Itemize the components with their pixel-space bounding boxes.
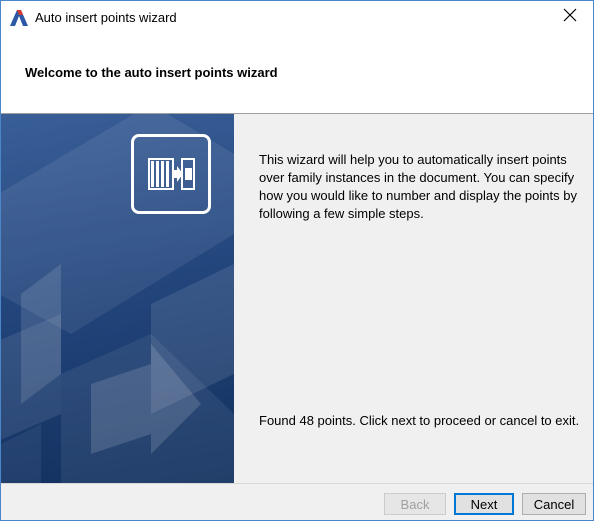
next-button[interactable]: Next bbox=[454, 493, 514, 515]
found-points-message: Found 48 points. Click next to proceed o… bbox=[259, 413, 580, 428]
wizard-banner-image bbox=[1, 114, 234, 483]
close-icon bbox=[563, 8, 577, 27]
wizard-window: Auto insert points wizard Welcome to the… bbox=[0, 0, 594, 521]
cancel-button[interactable]: Cancel bbox=[522, 493, 586, 515]
revit-logo-icon bbox=[10, 10, 28, 26]
title-bar: Auto insert points wizard bbox=[1, 1, 593, 35]
wizard-description: This wizard will help you to automatical… bbox=[259, 152, 577, 221]
window-title: Auto insert points wizard bbox=[35, 10, 177, 25]
back-button[interactable]: Back bbox=[384, 493, 446, 515]
insert-points-icon bbox=[131, 134, 211, 214]
wizard-footer: Back Next Cancel bbox=[1, 484, 593, 520]
page-title: Welcome to the auto insert points wizard bbox=[25, 65, 278, 80]
wizard-header: Welcome to the auto insert points wizard bbox=[1, 35, 593, 113]
close-button[interactable] bbox=[547, 1, 593, 33]
wizard-content: This wizard will help you to automatical… bbox=[1, 114, 593, 483]
